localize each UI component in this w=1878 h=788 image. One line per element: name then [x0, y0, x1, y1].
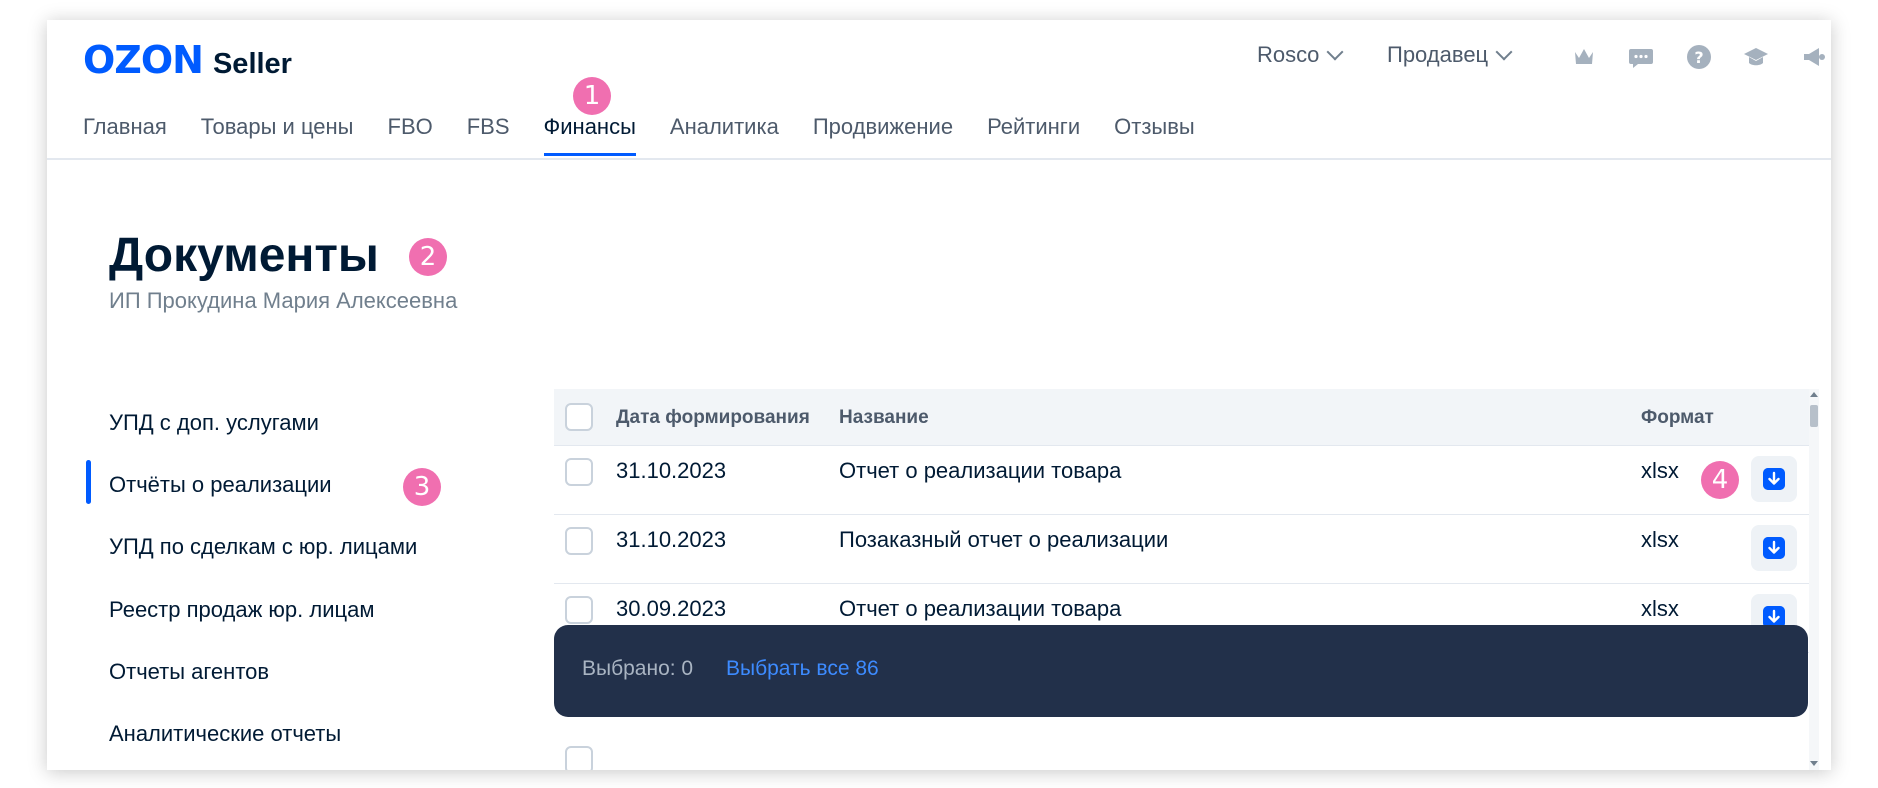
page-subtitle: ИП Прокудина Мария Алексеевна	[109, 288, 458, 313]
table-scrollbar[interactable]	[1809, 389, 1819, 770]
logo-brand: OZON	[83, 38, 204, 82]
select-all-checkbox[interactable]	[565, 403, 593, 431]
row-name: Отчет о реализации товара	[839, 458, 1122, 483]
crown-icon[interactable]	[1571, 44, 1597, 70]
table-row: 31.10.2023 Отчет о реализации товара xls…	[554, 446, 1809, 515]
annotation-badge: 3	[403, 468, 441, 506]
help-icon[interactable]: ?	[1686, 44, 1712, 70]
row-checkbox[interactable]	[565, 527, 593, 555]
table-header: Дата формирования Название Формат	[554, 389, 1809, 446]
annotation-badge: 4	[1701, 461, 1739, 499]
row-date: 31.10.2023	[616, 527, 727, 552]
scrollbar-thumb[interactable]	[1810, 405, 1818, 427]
table-row: 31.10.2023 Позаказный отчет о реализации…	[554, 515, 1809, 584]
row-checkbox[interactable]	[565, 746, 593, 770]
sidebar-active-indicator	[86, 460, 91, 504]
role-dropdown-label: Продавец	[1387, 42, 1489, 67]
download-icon	[1763, 468, 1785, 490]
download-button[interactable]	[1751, 456, 1797, 502]
select-all-link[interactable]: Выбрать все 86	[726, 657, 879, 681]
sidebar-item-sales-reports[interactable]: Отчёты о реализации	[109, 472, 332, 498]
svg-text:?: ?	[1694, 48, 1703, 67]
row-format: xlsx	[1641, 596, 1679, 621]
main-nav: Главная Товары и цены FBO FBS Финансы Ан…	[83, 114, 1229, 156]
annotation-badge: 2	[409, 238, 447, 276]
tab-products[interactable]: Товары и цены	[201, 114, 354, 156]
tab-promotion[interactable]: Продвижение	[813, 114, 953, 156]
page-title: Документы	[109, 229, 379, 282]
download-icon	[1763, 537, 1785, 559]
logo-product: Seller	[212, 48, 292, 80]
sidebar-item-upd-services[interactable]: УПД с доп. услугами	[109, 410, 319, 436]
selected-count: Выбрано: 0	[582, 657, 694, 680]
tab-analytics[interactable]: Аналитика	[670, 114, 779, 156]
column-header-name[interactable]: Название	[839, 407, 929, 429]
scroll-up-arrow[interactable]	[1810, 392, 1818, 397]
row-checkbox[interactable]	[565, 596, 593, 624]
sidebar-item-legal-sales-registry[interactable]: Реестр продаж юр. лицам	[109, 597, 374, 623]
sidebar-item-analytics-reports[interactable]: Аналитические отчеты	[109, 721, 341, 747]
company-dropdown-label: Rosco	[1257, 42, 1320, 67]
scroll-down-arrow[interactable]	[1810, 761, 1818, 766]
sidebar-item-upd-legal[interactable]: УПД по сделкам с юр. лицами	[109, 534, 417, 560]
row-date: 31.10.2023	[616, 458, 727, 483]
app-window: OZON Seller Rosco Продавец ? Главная Тов…	[47, 20, 1831, 770]
row-format: xlsx	[1641, 458, 1679, 483]
tab-fbo[interactable]: FBO	[388, 114, 433, 156]
tab-fbs[interactable]: FBS	[467, 114, 510, 156]
tab-reviews[interactable]: Отзывы	[1114, 114, 1195, 156]
table-row	[554, 734, 1809, 770]
column-header-format[interactable]: Формат	[1641, 407, 1714, 429]
row-checkbox[interactable]	[565, 458, 593, 486]
tab-home[interactable]: Главная	[83, 114, 167, 156]
row-date: 30.09.2023	[616, 596, 727, 621]
row-name: Отчет о реализации товара	[839, 596, 1122, 621]
chevron-down-icon	[1495, 43, 1513, 61]
tab-ratings[interactable]: Рейтинги	[987, 114, 1080, 156]
header: OZON Seller Rosco Продавец ? Главная Тов…	[47, 20, 1831, 160]
education-icon[interactable]	[1743, 44, 1769, 70]
selection-bar: Выбрано: 0 Выбрать все 86	[554, 625, 1808, 717]
download-button[interactable]	[1751, 525, 1797, 571]
company-dropdown[interactable]: Rosco	[1257, 42, 1344, 68]
logo[interactable]: OZON Seller	[83, 38, 292, 82]
sidebar-item-agent-reports[interactable]: Отчеты агентов	[109, 659, 269, 685]
annotation-badge: 1	[573, 77, 611, 115]
column-header-date[interactable]: Дата формирования	[616, 407, 810, 429]
megaphone-icon[interactable]	[1801, 44, 1827, 70]
chat-icon[interactable]	[1628, 44, 1654, 70]
row-name: Позаказный отчет о реализации	[839, 527, 1169, 552]
chevron-down-icon	[1326, 43, 1344, 61]
tab-finance[interactable]: Финансы	[543, 114, 637, 156]
row-format: xlsx	[1641, 527, 1679, 552]
role-dropdown[interactable]: Продавец	[1387, 42, 1513, 68]
